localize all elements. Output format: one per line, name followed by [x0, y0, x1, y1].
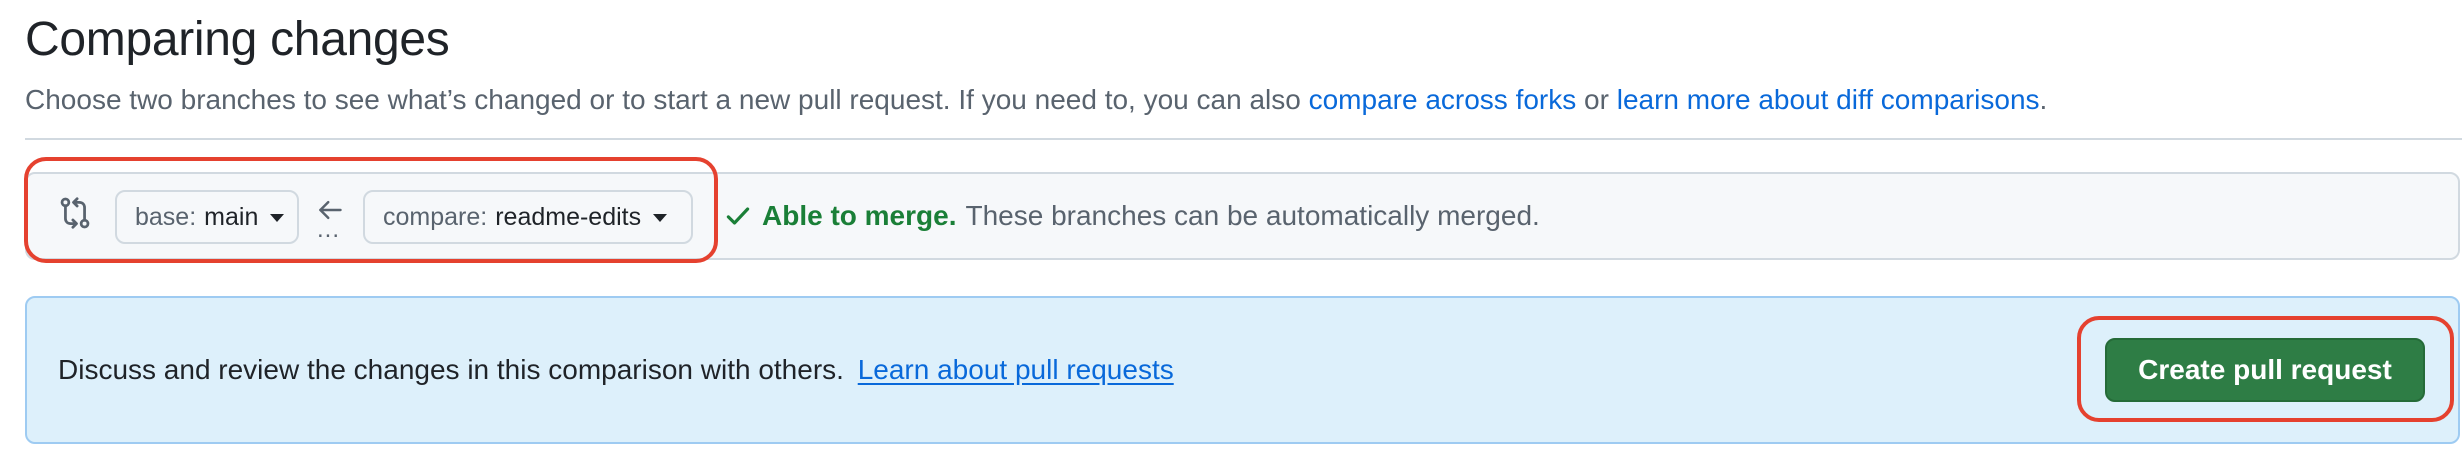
base-branch-name: main: [204, 202, 259, 231]
learn-about-pull-requests-link[interactable]: Learn about pull requests: [858, 354, 1174, 385]
check-icon: [726, 207, 750, 225]
header-divider: [25, 138, 2462, 140]
compare-branch-selector[interactable]: compare: readme-edits: [363, 190, 693, 244]
base-branch-selector[interactable]: base: main: [115, 190, 299, 244]
merge-status: Able to merge. These branches can be aut…: [724, 196, 1540, 236]
description-suffix: .: [2039, 84, 2048, 115]
merge-status-label: Able to merge.: [762, 200, 957, 231]
description-text: Choose two branches to see what’s change…: [25, 84, 1301, 115]
create-pr-info: Discuss and review the changes in this c…: [58, 352, 1174, 388]
description-or: or: [1584, 84, 1609, 115]
caret-down-icon: [270, 214, 285, 222]
git-compare-icon: [60, 197, 90, 229]
page-title: Comparing changes: [25, 13, 450, 66]
base-prefix: base:: [135, 202, 197, 231]
page-description: Choose two branches to see what’s change…: [25, 80, 2047, 120]
create-pr-info-text: Discuss and review the changes in this c…: [58, 354, 844, 385]
compare-prefix: compare:: [383, 202, 488, 231]
merge-status-description: These branches can be automatically merg…: [965, 200, 1540, 231]
compare-across-forks-link[interactable]: compare across forks: [1309, 84, 1577, 115]
create-pull-request-button[interactable]: Create pull request: [2105, 338, 2425, 402]
compare-branch-name: readme-edits: [495, 202, 642, 231]
diff-comparisons-link[interactable]: learn more about diff comparisons: [1617, 84, 2040, 115]
ellipsis: ...: [317, 216, 341, 243]
caret-down-icon: [653, 214, 668, 222]
